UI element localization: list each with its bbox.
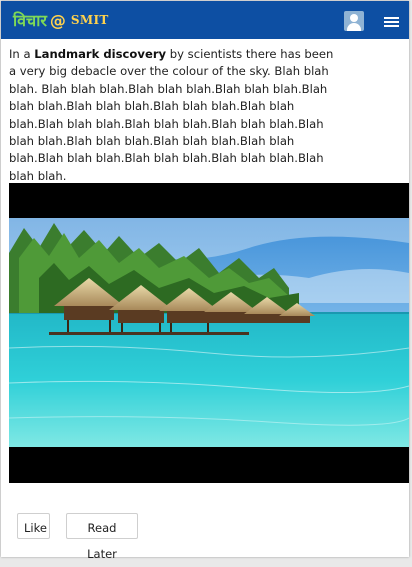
logo-script-text: विचार [13, 11, 47, 30]
post-highlight: Landmark discovery [34, 47, 167, 61]
logo-brand-text: SMIT [70, 13, 109, 27]
post-intro: In a [9, 47, 35, 61]
hamburger-menu-icon[interactable] [384, 16, 399, 28]
user-icon[interactable] [344, 11, 364, 31]
user-icon-body [347, 23, 361, 31]
post-text: In a Landmark discovery by scientists th… [9, 46, 339, 185]
logo-at-symbol: @ [49, 10, 66, 30]
user-icon-head [350, 14, 358, 22]
post-body: by scientists there has been a very big … [9, 47, 334, 183]
app-logo[interactable]: विचार @ SMIT [13, 8, 109, 32]
app-header: विचार @ SMIT [1, 1, 409, 39]
post-image [9, 183, 409, 483]
read-later-button[interactable]: Read Later [66, 513, 138, 561]
like-button[interactable]: Like [17, 513, 50, 539]
beach-scene-image [9, 218, 409, 447]
